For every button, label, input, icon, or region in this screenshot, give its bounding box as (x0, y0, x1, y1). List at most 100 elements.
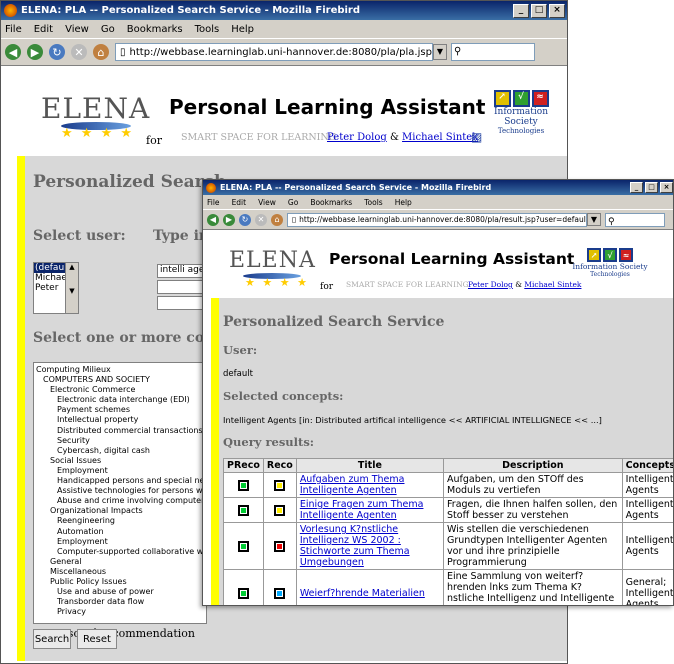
concept-tree-item[interactable]: Miscellaneous (36, 567, 204, 577)
concept-tree-item[interactable]: Distributed commercial transactions (36, 426, 204, 436)
authors: Peter Dolog & Michael Sintek (468, 280, 581, 289)
result-title-link[interactable]: Weierf?hrende Materialien (300, 588, 425, 599)
author-link-peter[interactable]: Peter Dolog (327, 132, 387, 143)
user-listbox-scrollbar[interactable]: ▲ ▼ (65, 263, 78, 313)
concept-tree-item[interactable]: Computing Milieux (36, 365, 204, 375)
concept-tree-item[interactable]: Handicapped persons and special needs (36, 476, 206, 486)
menu-edit[interactable]: Edit (232, 198, 247, 207)
table-row: Vorlesung K?nstliche Intelligenz WS 2002… (223, 522, 673, 570)
menu-view[interactable]: View (65, 24, 89, 35)
search-input[interactable]: ⚲ (605, 212, 665, 227)
back-arrow-icon[interactable]: ◀ (207, 213, 219, 226)
forward-arrow-icon[interactable]: ▶ (27, 44, 43, 60)
concept-tree-item[interactable]: Intellectual property (36, 415, 204, 425)
concept-tree-item[interactable]: Automation (36, 527, 204, 537)
page-icon: ▯ (292, 215, 297, 224)
ist-line2: Technologies (590, 271, 630, 278)
close-icon[interactable]: × (549, 3, 565, 18)
url-dropdown-icon[interactable]: ▼ (433, 44, 447, 60)
concept-tree-item[interactable]: Reengineering (36, 516, 204, 526)
maximize-icon[interactable]: □ (645, 182, 658, 193)
concept-tree-item[interactable]: Public Policy Issues (36, 577, 204, 587)
back-nav-bar: ◀ ▶ ↻ ✕ ⌂ ▯ http://webbase.learninglab.u… (1, 38, 567, 66)
author-link-michael[interactable]: Michael Sintek (402, 132, 478, 143)
user-value: default (223, 369, 253, 379)
menu-tools[interactable]: Tools (195, 24, 220, 35)
preco-cell (223, 569, 264, 605)
stop-icon[interactable]: ✕ (255, 213, 267, 226)
concept-tree-item[interactable]: Electronic Commerce (36, 385, 204, 395)
concept-tree-item[interactable]: Cybercash, digital cash (36, 446, 204, 456)
reco-indicator-icon (274, 587, 286, 599)
maximize-icon[interactable]: □ (531, 3, 547, 18)
elena-stars-icon: ★ ★ ★ ★ (245, 276, 309, 289)
menu-file[interactable]: File (207, 198, 220, 207)
menu-bookmarks[interactable]: Bookmarks (310, 198, 352, 207)
search-icon: ⚲ (608, 216, 615, 227)
front-browser-window: ELENA: PLA -- Personalized Search Servic… (202, 179, 674, 606)
ist-boxes-icon: ↗ √ ≈ (571, 248, 649, 262)
back-title-bar[interactable]: ELENA: PLA -- Personalized Search Servic… (1, 1, 567, 20)
menu-view[interactable]: View (258, 198, 276, 207)
concept-tree-item[interactable]: Employment (36, 537, 204, 547)
menu-bookmarks[interactable]: Bookmarks (127, 24, 183, 35)
reload-icon[interactable]: ↻ (239, 213, 251, 226)
menu-tools[interactable]: Tools (364, 198, 382, 207)
concept-tree-item[interactable]: Security (36, 436, 204, 446)
user-label: User: (223, 343, 258, 357)
menu-go[interactable]: Go (288, 198, 298, 207)
result-title-link[interactable]: Aufgaben zum Thema Intelligente Agenten (300, 474, 405, 496)
concept-tree-item[interactable]: General (36, 557, 204, 567)
header-concepts: Concepts (621, 458, 673, 473)
home-icon[interactable]: ⌂ (271, 213, 283, 226)
concept-tree-item[interactable]: COMPUTERS AND SOCIETY (36, 375, 204, 385)
concept-tree-item[interactable]: Transborder data flow (36, 597, 204, 607)
search-button[interactable]: Search (33, 629, 71, 649)
front-title-bar[interactable]: ELENA: PLA -- Personalized Search Servic… (203, 180, 673, 195)
concept-tree[interactable]: Computing Milieux COMPUTERS AND SOCIETY El… (33, 362, 207, 624)
concept-tree-item[interactable]: Social Issues (36, 456, 204, 466)
result-title-link[interactable]: Vorlesung K?nstliche Intelligenz WS 2002… (300, 524, 410, 568)
reset-button[interactable]: Reset (77, 629, 117, 649)
ist-boxes-icon: ↗ √ ≈ (479, 90, 563, 107)
description-cell: Wis stellen die verschiedenen Grundtypen… (443, 522, 623, 570)
concept-tree-item[interactable]: Employment (36, 466, 204, 476)
menu-help[interactable]: Help (231, 24, 254, 35)
concept-tree-item[interactable]: Assistive technologies for persons with … (36, 486, 206, 496)
minimize-icon[interactable]: _ (630, 182, 643, 193)
concepts-cell: General; Intelligent Agents (621, 569, 673, 605)
author-link-peter[interactable]: Peter Dolog (468, 280, 513, 289)
minimize-icon[interactable]: _ (513, 3, 529, 18)
amp-text: & (515, 280, 522, 289)
menu-help[interactable]: Help (395, 198, 412, 207)
select-user-label: Select user: (33, 228, 126, 244)
close-icon[interactable]: × (660, 182, 673, 193)
url-dropdown-icon[interactable]: ▼ (587, 213, 601, 226)
reload-icon[interactable]: ↻ (49, 44, 65, 60)
concept-tree-item[interactable]: Payment schemes (36, 405, 204, 415)
stop-icon[interactable]: ✕ (71, 44, 87, 60)
front-menu-bar: File Edit View Go Bookmarks Tools Help (203, 195, 673, 209)
reco-cell (262, 522, 297, 570)
menu-file[interactable]: File (5, 24, 22, 35)
back-arrow-icon[interactable]: ◀ (5, 44, 21, 60)
concept-tree-item[interactable]: Privacy (36, 607, 204, 617)
menu-go[interactable]: Go (101, 24, 115, 35)
concept-tree-item[interactable]: Organizational Impacts (36, 506, 204, 516)
concept-tree-item[interactable]: Use and abuse of power (36, 587, 204, 597)
concepts-cell: Intelligent Agents (621, 472, 673, 498)
search-input[interactable]: ⚲ (451, 43, 535, 61)
url-bar[interactable]: ▯ http://webbase.learninglab.uni-hannove… (287, 212, 587, 227)
forward-arrow-icon[interactable]: ▶ (223, 213, 235, 226)
menu-edit[interactable]: Edit (34, 24, 53, 35)
preco-cell (223, 522, 264, 570)
back-banner: ELENA ★ ★ ★ ★ for Personal Learning Assi… (1, 66, 567, 156)
concept-tree-item[interactable]: Abuse and crime involving computers (36, 496, 206, 506)
home-icon[interactable]: ⌂ (93, 44, 109, 60)
result-title-link[interactable]: Einige Fragen zum Thema Intelligente Age… (300, 499, 424, 521)
title-cell: Aufgaben zum Thema Intelligente Agenten (295, 472, 445, 498)
concept-tree-item[interactable]: Electronic data interchange (EDI) (36, 395, 204, 405)
author-link-michael[interactable]: Michael Sintek (524, 280, 581, 289)
url-bar[interactable]: ▯ http://webbase.learninglab.uni-hannove… (115, 43, 433, 61)
concept-tree-item[interactable]: Computer-supported collaborative work (36, 547, 206, 557)
